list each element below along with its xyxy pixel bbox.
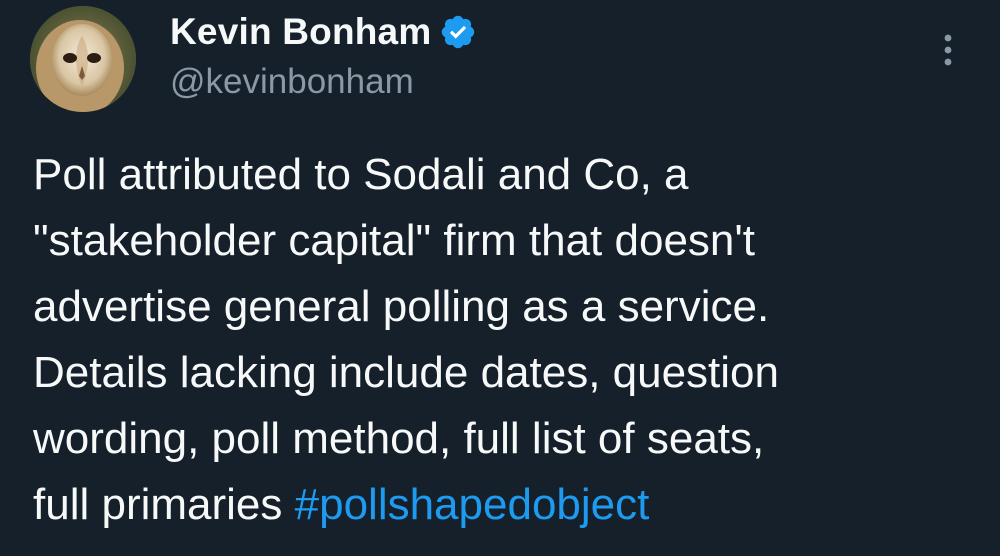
tweet-text-line: "stakeholder capital" firm that doesn't (33, 216, 756, 265)
verified-badge-icon (439, 13, 477, 51)
tweet-text-line: Poll attributed to Sodali and Co, a (33, 150, 689, 199)
tweet-text-fragment: full primaries (33, 480, 295, 529)
tweet-card: Kevin Bonham @kevinbonham Poll attribute… (0, 0, 1000, 556)
more-options-button[interactable] (930, 30, 966, 70)
author-display-name[interactable]: Kevin Bonham (170, 11, 431, 53)
author-avatar[interactable] (30, 6, 136, 112)
tweet-text-line: advertise general polling as a service. (33, 282, 770, 331)
tweet-text-line: wording, poll method, full list of seats… (33, 414, 765, 463)
owl-avatar-icon (30, 6, 136, 112)
author-handle[interactable]: @kevinbonham (170, 62, 414, 102)
author-name-row[interactable]: Kevin Bonham (170, 8, 477, 56)
tweet-text: Poll attributed to Sodali and Co, a "sta… (33, 142, 983, 538)
tweet-text-last-line: full primaries #pollshapedobject (33, 472, 983, 538)
tweet-text-line: Details lacking include dates, question (33, 348, 780, 397)
hashtag-link[interactable]: #pollshapedobject (295, 480, 650, 529)
more-options-icon (944, 34, 952, 66)
